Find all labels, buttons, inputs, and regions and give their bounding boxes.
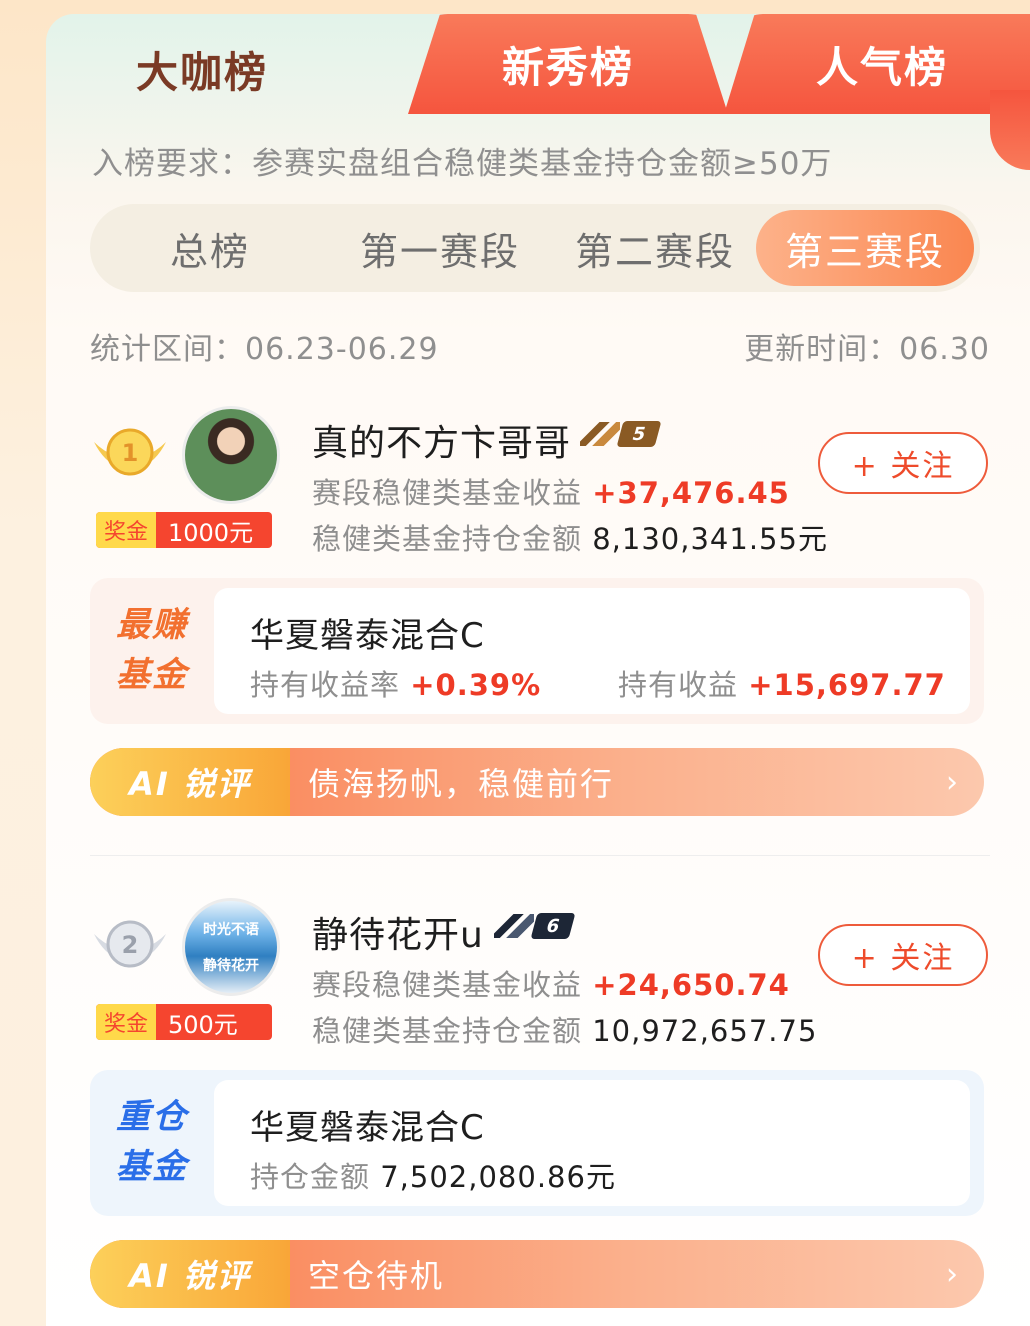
gold-medal-icon: 1 (94, 428, 166, 476)
fund-name: 华夏磐泰混合C (250, 1108, 485, 1148)
holding-label: 稳健类基金持仓金额 (312, 522, 583, 556)
holding-line: 稳健类基金持仓金额 8,130,341.55元 (312, 516, 828, 558)
prize-badge: 奖金 1000元 (96, 512, 272, 548)
vip-level-number: 6 (530, 913, 576, 939)
fund-holding-value: 7,502,080.86元 (380, 1160, 616, 1194)
medal-rank-number: 2 (122, 931, 139, 959)
tab-expert-label: 大咖榜 (136, 47, 269, 97)
tab-popularity-label: 人气榜 (815, 42, 948, 92)
ai-comment-badge: AI 锐评 (90, 748, 290, 816)
fund-return-rate-value: +0.39% (410, 668, 542, 702)
divider (90, 855, 990, 856)
holding-value: 8,130,341.55元 (592, 522, 828, 556)
avatar-text: 静待花开 (203, 958, 259, 974)
top-fund-card[interactable]: 最赚基金 华夏磐泰混合C 持有收益率 +0.39% 持有收益 +15,697.7… (90, 578, 984, 724)
fund-return-value: +15,697.77 (748, 668, 946, 702)
fund-holding-amount: 持仓金额 7,502,080.86元 (250, 1154, 616, 1196)
fund-holding-label: 持仓金额 (250, 1160, 371, 1194)
silver-medal-icon: 2 (94, 920, 166, 968)
fund-tag: 重仓基金 (116, 1097, 188, 1187)
avatar-text: 时光不语 (203, 922, 259, 938)
ai-comment-bar[interactable]: AI 锐评 空仓待机 › (90, 1240, 984, 1308)
update-time: 更新时间：06.30 (744, 332, 990, 367)
segment-profit-line: 赛段稳健类基金收益 +37,476.45 (312, 470, 790, 512)
ai-comment-badge: AI 锐评 (90, 1240, 290, 1308)
ai-comment-text: 空仓待机 (308, 1257, 445, 1295)
vip-level-icon: 5 (580, 418, 662, 450)
avatar[interactable]: 时光不语 静待花开 (182, 898, 280, 996)
stat-range: 统计区间：06.23-06.29 (90, 332, 439, 367)
chevron-right-icon: › (946, 764, 958, 800)
prize-value: 500元 (168, 1010, 238, 1039)
follow-button[interactable]: + 关注 (818, 432, 988, 494)
segment-profit-label: 赛段稳健类基金收益 (312, 968, 583, 1002)
segment-overall[interactable]: 总榜 (120, 204, 300, 292)
segment-profit-line: 赛段稳健类基金收益 +24,650.74 (312, 962, 790, 1004)
vip-level-icon: 6 (494, 910, 576, 942)
tab-rookie-label: 新秀榜 (501, 42, 634, 92)
heavy-fund-card[interactable]: 重仓基金 华夏磐泰混合C 持仓金额 7,502,080.86元 (90, 1070, 984, 1216)
entry-requirement: 入榜要求：参赛实盘组合稳健类基金持仓金额≥50万 (92, 146, 833, 182)
prize-label: 奖金 (96, 512, 156, 548)
segment-stage-2[interactable]: 第二赛段 (565, 204, 745, 292)
prize-badge: 奖金 500元 (96, 1004, 272, 1040)
user-name[interactable]: 真的不方卞哥哥 (312, 414, 571, 466)
segment-stage-1[interactable]: 第一赛段 (350, 204, 530, 292)
fund-return-rate-label: 持有收益率 (250, 668, 401, 702)
fund-tag: 最赚基金 (116, 605, 188, 695)
chevron-right-icon: › (946, 1256, 958, 1292)
segment-stage-3[interactable]: 第三赛段 (756, 210, 974, 286)
prize-value: 1000元 (168, 518, 254, 547)
tab-rookie-list[interactable]: 新秀榜 (408, 14, 728, 114)
ai-comment-text: 债海扬帆，稳健前行 (308, 765, 615, 803)
segment-profit-value: +37,476.45 (592, 476, 790, 510)
follow-button[interactable]: + 关注 (818, 924, 988, 986)
holding-line: 稳健类基金持仓金额 10,972,657.75 (312, 1008, 817, 1050)
tab-popularity-list[interactable]: 人气榜 (724, 14, 1030, 114)
medal-rank-number: 1 (122, 439, 139, 467)
holding-label: 稳健类基金持仓金额 (312, 1014, 583, 1048)
vip-level-number: 5 (616, 421, 662, 447)
holding-value: 10,972,657.75 (592, 1014, 818, 1048)
segment-profit-label: 赛段稳健类基金收益 (312, 476, 583, 510)
fund-return: 持有收益 +15,697.77 (618, 662, 946, 704)
ai-comment-bar[interactable]: AI 锐评 债海扬帆，稳健前行 › (90, 748, 984, 816)
fund-name: 华夏磐泰混合C (250, 616, 485, 656)
fund-return-label: 持有收益 (618, 668, 739, 702)
prize-label: 奖金 (96, 1004, 156, 1040)
segment-profit-value: +24,650.74 (592, 968, 790, 1002)
user-name[interactable]: 静待花开u (312, 906, 484, 958)
avatar[interactable] (182, 406, 280, 504)
tab-expert-list[interactable]: 大咖榜 (46, 14, 446, 124)
fund-return-rate: 持有收益率 +0.39% (250, 662, 541, 704)
